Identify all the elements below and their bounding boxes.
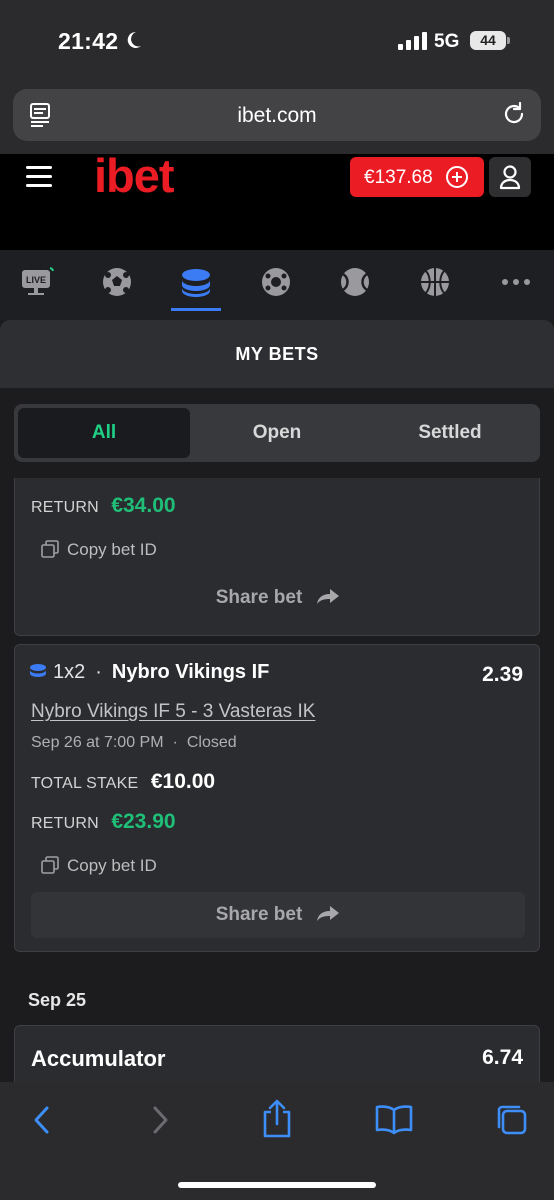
share-bet-label: Share bet: [215, 587, 303, 608]
event-datetime: Sep 26 at 7:00 PM: [31, 734, 164, 751]
share-arrow-icon: [317, 589, 340, 604]
balance-button[interactable]: €137.68: [350, 157, 484, 197]
battery-tip: [507, 37, 510, 44]
date-group-heading: Sep 25: [28, 990, 87, 1010]
balance-amount: €137.68: [364, 167, 433, 188]
bet-selection: Nybro Vikings IF: [111, 661, 270, 683]
live-badge: LIVE: [26, 275, 46, 285]
return-label: RETURN: [31, 499, 99, 516]
browser-toolbar: [0, 1082, 554, 1200]
menu-icon[interactable]: [26, 166, 52, 188]
account-button[interactable]: [489, 157, 531, 197]
event-meta: Sep 26 at 7:00 PM · Closed: [31, 734, 237, 752]
reload-icon[interactable]: [501, 101, 527, 127]
stake-row: TOTAL STAKE €10.00: [31, 770, 215, 794]
battery-icon: 44: [470, 31, 506, 50]
tab-open[interactable]: Open: [191, 408, 363, 458]
copy-icon: [41, 856, 59, 874]
site-header: ibet €137.68: [0, 149, 554, 250]
bet-market: 1x2: [53, 661, 86, 683]
live-icon[interactable]: LIVE: [18, 262, 58, 302]
page-title-bar: MY BETS: [0, 320, 554, 388]
bet-card: RETURN €34.00 Copy bet ID Share bet: [14, 478, 540, 636]
copy-bet-id-label: Copy bet ID: [67, 856, 157, 875]
return-label: RETURN: [31, 815, 99, 832]
stake-value: €10.00: [150, 770, 216, 793]
bet-coins-icon: [30, 664, 46, 677]
event-link[interactable]: Nybro Vikings IF 5 - 3 Vasteras IK: [31, 701, 315, 723]
more-icon[interactable]: [496, 262, 536, 302]
share-bet-button[interactable]: Share bet: [31, 892, 525, 938]
meta-separator: ·: [172, 734, 178, 751]
event-status: Closed: [186, 734, 237, 751]
signal-icon: [398, 32, 427, 50]
active-nav-indicator: [171, 308, 221, 311]
address-bar[interactable]: ibet.com: [13, 89, 541, 141]
page-title: MY BETS: [235, 344, 319, 364]
tabs-icon[interactable]: [494, 1102, 530, 1138]
user-icon: [499, 165, 521, 190]
status-time: 21:42: [58, 28, 119, 54]
home-indicator: [178, 1182, 376, 1188]
share-arrow-icon: [317, 906, 340, 921]
accumulator-label: Accumulator: [31, 1046, 166, 1071]
url-text[interactable]: ibet.com: [13, 104, 541, 128]
focus-moon-icon: [127, 31, 141, 48]
copy-bet-id-button[interactable]: Copy bet ID: [41, 540, 157, 560]
bet-filter-tabs: All Open Settled: [14, 404, 540, 462]
my-bets-icon[interactable]: [176, 262, 216, 302]
ice-hockey-icon[interactable]: [256, 262, 296, 302]
copy-bet-id-button[interactable]: Copy bet ID: [41, 856, 157, 876]
return-row: RETURN €23.90: [31, 810, 176, 834]
copy-icon: [41, 540, 59, 558]
tab-settled[interactable]: Settled: [364, 408, 536, 458]
ibet-logo[interactable]: ibet: [94, 148, 175, 203]
stake-label: TOTAL STAKE: [31, 775, 139, 792]
soccer-icon[interactable]: [97, 262, 137, 302]
tennis-icon[interactable]: [335, 262, 375, 302]
return-value: €34.00: [111, 494, 176, 517]
tab-all[interactable]: All: [18, 408, 190, 458]
basketball-icon[interactable]: [415, 262, 455, 302]
return-row: RETURN €34.00: [31, 494, 176, 518]
bet-header: 1x2 · Nybro Vikings IF: [29, 661, 269, 684]
separator-dot: ·: [95, 661, 102, 683]
copy-bet-id-label: Copy bet ID: [67, 540, 157, 559]
status-bar: 21:42 5G 44: [0, 0, 554, 84]
deposit-plus-icon: [446, 166, 468, 188]
sport-nav: LIVE: [0, 250, 554, 320]
accumulator-odds: 6.74: [482, 1046, 523, 1069]
forward-icon[interactable]: [146, 1102, 174, 1138]
browser-chrome: ibet.com: [0, 84, 554, 154]
share-bet-label: Share bet: [215, 904, 303, 925]
bet-odds: 2.39: [482, 663, 523, 686]
bet-card: 1x2 · Nybro Vikings IF 2.39 Nybro Vikings …: [14, 644, 540, 952]
bookmarks-icon[interactable]: [374, 1104, 414, 1136]
share-icon[interactable]: [259, 1098, 295, 1140]
return-value: €23.90: [111, 810, 176, 833]
network-type: 5G: [434, 31, 460, 52]
back-icon[interactable]: [28, 1102, 56, 1138]
share-bet-button[interactable]: Share bet: [31, 575, 525, 621]
